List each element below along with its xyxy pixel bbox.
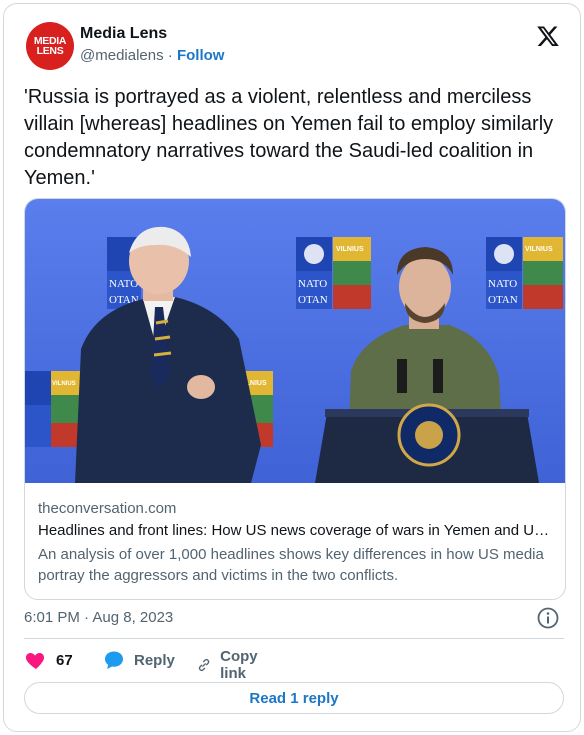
reply-button[interactable]: Reply [102, 648, 175, 672]
author-avatar[interactable]: MEDIA LENS [26, 22, 74, 70]
author-handle[interactable]: @medialens [80, 47, 164, 64]
author-name[interactable]: Media Lens [80, 25, 167, 43]
tweet-timestamp[interactable]: 6:01 PM · Aug 8, 2023 [24, 609, 173, 626]
like-count: 67 [56, 651, 73, 669]
nato-sign-left-line1: NATO [109, 278, 138, 290]
nato-sign-center-line2: OTAN [298, 294, 328, 306]
vilnius-badge-lower-left: VILNIUS [52, 381, 76, 387]
nato-sign-right-line2: OTAN [488, 294, 518, 306]
nato-sign-center-line1: NATO [298, 278, 327, 290]
nato-sign-center: NATO OTAN VILNIUS [296, 237, 371, 309]
nato-sign-right-line1: NATO [488, 278, 517, 290]
tweet-text: 'Russia is portrayed as a violent, relen… [24, 86, 554, 189]
nato-sign-right: NATO OTAN VILNIUS [486, 237, 563, 309]
avatar-text-line2: LENS [36, 45, 64, 57]
link-domain: theconversation.com [38, 500, 177, 517]
handle-separator: · [167, 47, 173, 64]
info-icon[interactable] [536, 606, 560, 630]
link-title[interactable]: Headlines and front lines: How US news c… [38, 522, 553, 539]
heart-icon [25, 653, 45, 669]
copy-link-label: Copy link [220, 648, 258, 682]
reply-bubble-icon [105, 651, 123, 669]
vilnius-badge-center: VILNIUS [336, 246, 364, 253]
article-photo: NATO OTAN NATO OTAN VILNIUS NATO OTAN VI… [25, 199, 565, 483]
tweet-embed-card: MEDIA LENS Media Lens @medialens · Follo… [3, 3, 581, 732]
x-logo-icon[interactable] [536, 24, 560, 48]
copy-link-button[interactable]: Copy link [196, 648, 266, 682]
author-handle-row: @medialens · Follow [80, 47, 224, 64]
reply-label: Reply [134, 651, 175, 669]
like-button[interactable]: 67 [24, 648, 73, 672]
nato-sign-lower-left: VILNIUS [25, 371, 81, 447]
link-icon [198, 659, 210, 671]
follow-button[interactable]: Follow [177, 47, 225, 64]
divider [24, 638, 564, 639]
read-reply-button[interactable]: Read 1 reply [24, 682, 564, 714]
link-description: An analysis of over 1,000 headlines show… [38, 546, 544, 584]
link-preview-card[interactable]: NATO OTAN NATO OTAN VILNIUS NATO OTAN VI… [24, 198, 566, 600]
vilnius-badge-right: VILNIUS [525, 246, 553, 253]
